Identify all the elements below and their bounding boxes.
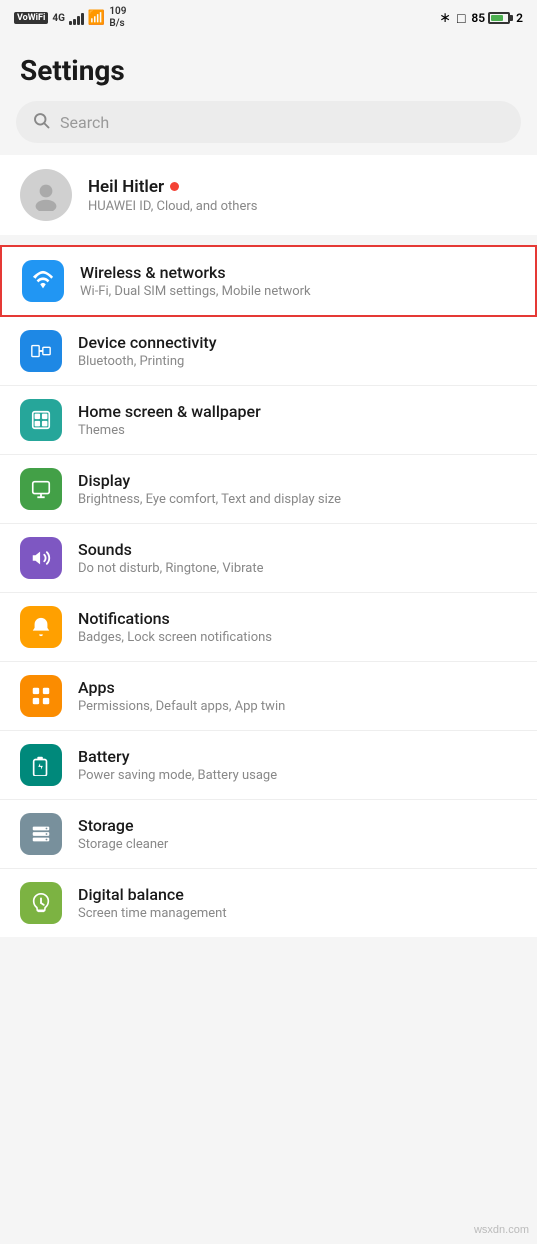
digital-balance-title: Digital balance [78,885,227,904]
display-title: Display [78,471,341,490]
battery-percent: 85 [471,11,485,25]
signal-number: 2 [516,11,523,25]
device-connectivity-title: Device connectivity [78,333,217,352]
settings-item-storage[interactable]: Storage Storage cleaner [0,800,537,869]
battery-title: Battery [78,747,277,766]
battery-area: 85 [471,11,510,25]
notifications-text: Notifications Badges, Lock screen notifi… [78,609,272,645]
settings-item-notifications[interactable]: Notifications Badges, Lock screen notifi… [0,593,537,662]
profile-text: Heil Hitler HUAWEI ID, Cloud, and others [88,177,257,214]
status-left: VoWiFi 4G 📶 109 B/s [14,6,126,30]
digital-balance-text: Digital balance Screen time management [78,885,227,921]
bluetooth-icon: ∗ [439,10,451,26]
notifications-title: Notifications [78,609,272,628]
avatar [20,169,72,221]
search-bar[interactable]: Search [16,101,521,143]
settings-item-apps[interactable]: Apps Permissions, Default apps, App twin [0,662,537,731]
status-bar: VoWiFi 4G 📶 109 B/s ∗ □ 85 2 [0,0,537,36]
sounds-text: Sounds Do not disturb, Ringtone, Vibrate [78,540,264,576]
display-icon [20,468,62,510]
vowifi-badge: VoWiFi [14,12,48,24]
wifi-status-icon: 📶 [88,10,105,26]
battery-icon [488,12,510,24]
search-placeholder: Search [60,113,109,132]
sounds-subtitle: Do not disturb, Ringtone, Vibrate [78,561,264,576]
status-right: ∗ □ 85 2 [439,10,523,27]
notifications-subtitle: Badges, Lock screen notifications [78,630,272,645]
settings-item-sounds[interactable]: Sounds Do not disturb, Ringtone, Vibrate [0,524,537,593]
wireless-networks-subtitle: Wi-Fi, Dual SIM settings, Mobile network [80,284,311,299]
settings-item-battery[interactable]: Battery Power saving mode, Battery usage [0,731,537,800]
home-screen-subtitle: Themes [78,423,261,438]
notifications-icon [20,606,62,648]
profile-row[interactable]: Heil Hitler HUAWEI ID, Cloud, and others [0,155,537,235]
battery-settings-icon [20,744,62,786]
display-subtitle: Brightness, Eye comfort, Text and displa… [78,492,341,507]
wireless-networks-text: Wireless & networks Wi-Fi, Dual SIM sett… [80,263,311,299]
device-connectivity-text: Device connectivity Bluetooth, Printing [78,333,217,369]
settings-item-digital-balance[interactable]: Digital balance Screen time management [0,869,537,937]
digital-balance-icon [20,882,62,924]
online-indicator [170,182,179,191]
apps-icon [20,675,62,717]
sounds-icon [20,537,62,579]
apps-title: Apps [78,678,285,697]
watermark: wsxdn.com [474,1224,529,1236]
home-screen-title: Home screen & wallpaper [78,402,261,421]
profile-name: Heil Hitler [88,177,257,197]
storage-icon [20,813,62,855]
vibrate-icon: □ [457,10,465,27]
settings-list: Wireless & networks Wi-Fi, Dual SIM sett… [0,245,537,937]
speed-text: 109 B/s [109,6,126,30]
storage-title: Storage [78,816,168,835]
storage-subtitle: Storage cleaner [78,837,168,852]
storage-text: Storage Storage cleaner [78,816,168,852]
home-screen-icon [20,399,62,441]
settings-item-wireless-networks[interactable]: Wireless & networks Wi-Fi, Dual SIM sett… [0,245,537,317]
settings-item-home-screen[interactable]: Home screen & wallpaper Themes [0,386,537,455]
settings-item-display[interactable]: Display Brightness, Eye comfort, Text an… [0,455,537,524]
settings-item-device-connectivity[interactable]: Device connectivity Bluetooth, Printing [0,317,537,386]
device-connectivity-icon [20,330,62,372]
wireless-networks-icon [22,260,64,302]
search-icon [32,111,50,133]
profile-subtitle: HUAWEI ID, Cloud, and others [88,199,257,214]
digital-balance-subtitle: Screen time management [78,906,227,921]
device-connectivity-subtitle: Bluetooth, Printing [78,354,217,369]
lte-label: 4G [52,13,65,24]
display-text: Display Brightness, Eye comfort, Text an… [78,471,341,507]
apps-text: Apps Permissions, Default apps, App twin [78,678,285,714]
apps-subtitle: Permissions, Default apps, App twin [78,699,285,714]
sounds-title: Sounds [78,540,264,559]
wireless-networks-title: Wireless & networks [80,263,311,282]
home-screen-text: Home screen & wallpaper Themes [78,402,261,438]
signal-bars [69,11,84,25]
battery-subtitle: Power saving mode, Battery usage [78,768,277,783]
page-title: Settings [0,36,537,101]
battery-text: Battery Power saving mode, Battery usage [78,747,277,783]
